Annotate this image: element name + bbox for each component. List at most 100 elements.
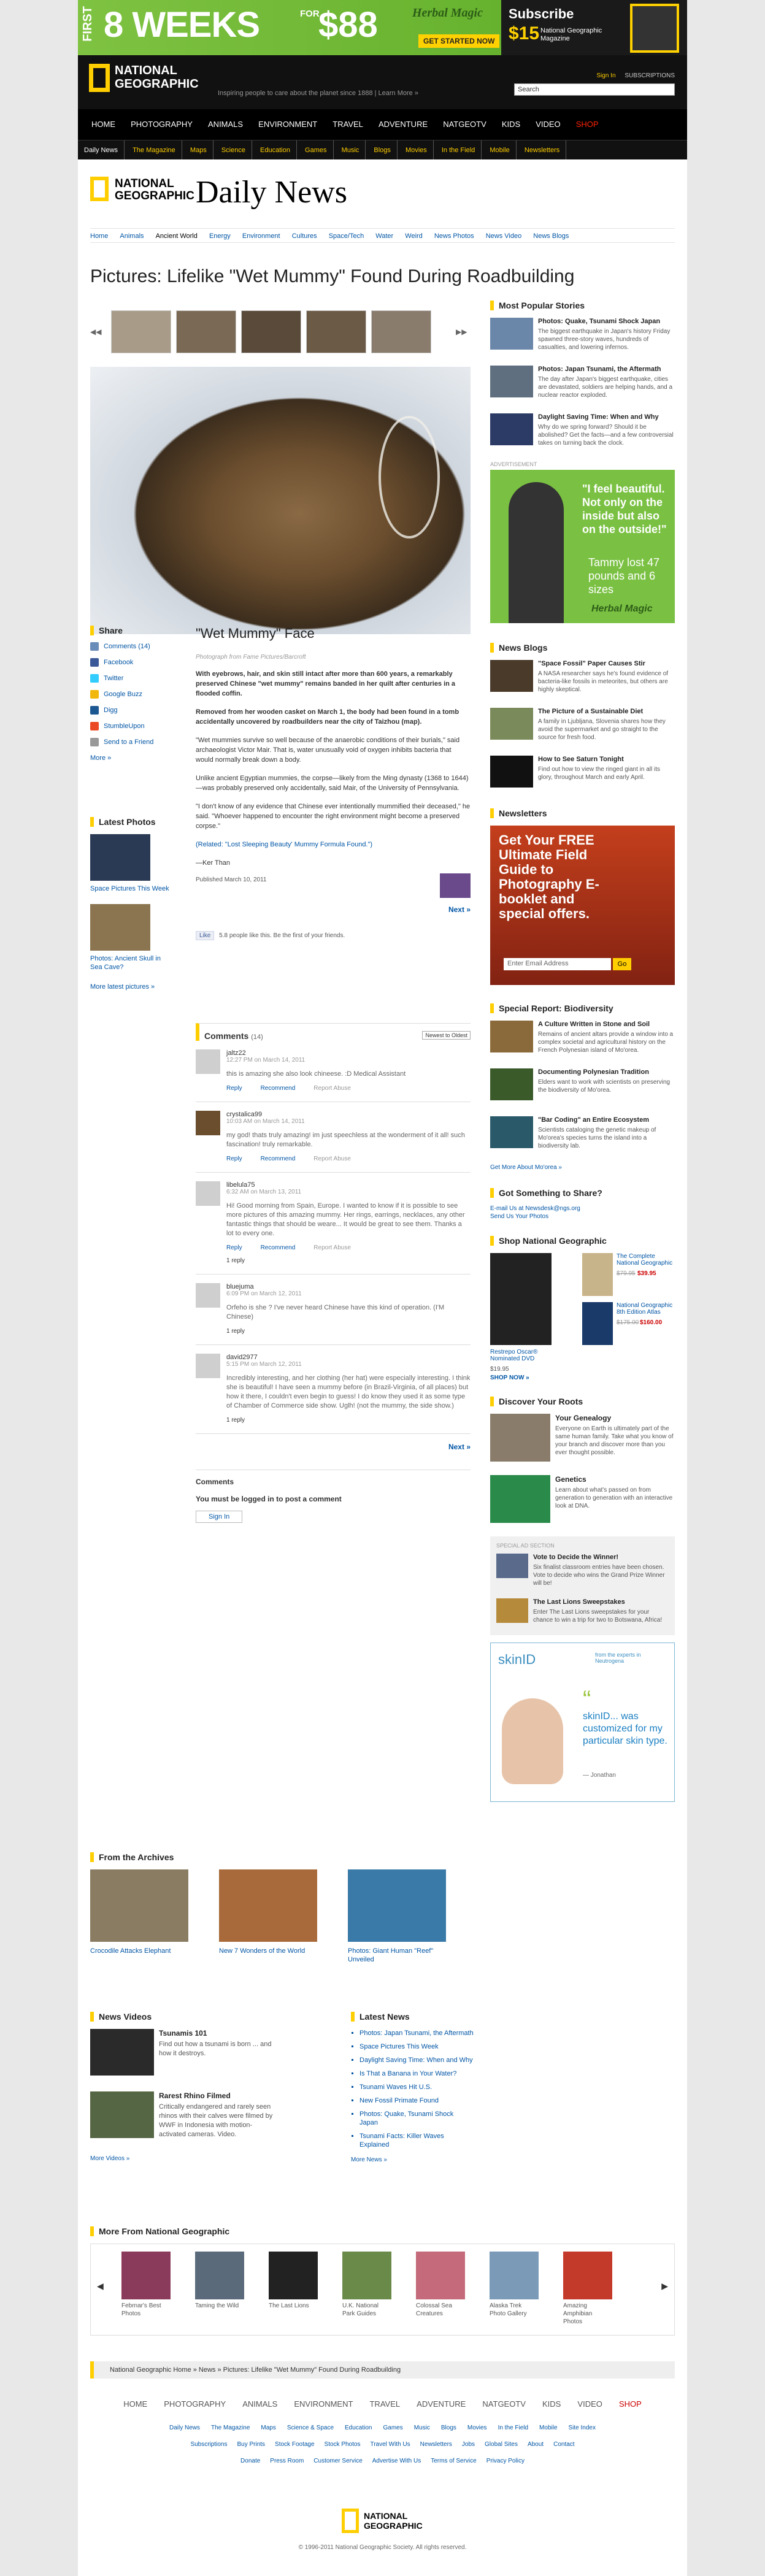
bio-thumb[interactable] [490,1021,533,1052]
share-comments[interactable]: Comments (14) [90,642,170,651]
dn-ng-logo[interactable]: NATIONAL GEOGRAPHIC [115,178,194,202]
replies-count[interactable]: 1 reply [226,1257,471,1264]
sidebar-ad[interactable]: "I feel beautiful. Not only on the insid… [490,470,675,623]
carousel-item[interactable]: Taming the Wild [195,2252,244,2310]
bio-title[interactable]: Documenting Polynesian Tradition [538,1068,675,1076]
carousel-caption[interactable]: Taming the Wild [195,2302,244,2310]
tab-space-tech[interactable]: Space/Tech [329,229,364,243]
bio-item[interactable]: Documenting Polynesian Tradition Elders … [490,1068,675,1105]
special-item[interactable]: The Last Lions Sweepstakes Enter The Las… [496,1598,669,1629]
archive-caption[interactable]: Photos: Giant Human "Reef" Unveiled [348,1947,446,1964]
recommend-button[interactable]: Recommend [261,1156,296,1162]
daily-news-title[interactable]: Daily News [196,175,347,210]
carousel-image[interactable] [563,2252,612,2299]
archive-item[interactable]: New 7 Wonders of the World [219,1869,317,1964]
report-abuse-button[interactable]: Report Abuse [313,1156,351,1162]
tab-news-video[interactable]: News Video [486,229,522,243]
footer-link[interactable]: Blogs [441,2425,456,2431]
top-banner-ad[interactable]: FIRST 8 WEEKS FOR $88 Herbal Magic GET S… [78,0,687,55]
prev-arrow-icon[interactable]: ◀◀ [90,328,101,336]
footer-link[interactable]: Maps [261,2425,275,2431]
story-thumb[interactable] [490,318,533,350]
archive-item[interactable]: Crocodile Attacks Elephant [90,1869,188,1964]
shop-product-name[interactable]: National Geographic 8th Edition Atlas [617,1302,675,1316]
ng-yellow-border-logo[interactable] [89,64,110,92]
thumbnail[interactable] [111,310,171,353]
bio-thumb[interactable] [490,1068,533,1100]
carousel-caption[interactable]: Amazing Amphibian Photos [563,2302,612,2326]
newsletter-email-input[interactable]: Enter Email Address [504,958,611,970]
story-title[interactable]: Photos: Quake, Tsunami Shock Japan [538,318,675,325]
comment-author[interactable]: bluejuma [226,1283,471,1290]
related-link[interactable]: (Related: "Lost Sleeping Beauty' Mummy F… [196,840,471,849]
carousel-item[interactable]: Colossal Sea Creatures [416,2252,465,2318]
popular-story[interactable]: Photos: Japan Tsunami, the Aftermath The… [490,366,675,402]
comment-author[interactable]: libelula75 [226,1181,471,1189]
subnav-maps[interactable]: Maps [184,140,213,160]
latest-news-item[interactable]: Daylight Saving Time: When and Why [359,2056,474,2064]
subnav-blogs[interactable]: Blogs [367,140,398,160]
footer-animals[interactable]: ANIMALS [242,2399,277,2409]
popular-story[interactable]: Photos: Quake, Tsunami Shock Japan The b… [490,318,675,355]
blog-thumb[interactable] [490,756,533,788]
archive-caption[interactable]: Crocodile Attacks Elephant [90,1947,188,1955]
thumbnail[interactable] [241,310,301,353]
skinid-ad[interactable]: skinID from the experts in Neutrogena “ … [490,1643,675,1802]
thumbnail[interactable] [306,310,366,353]
subscribe-ad[interactable]: Subscribe $15 National Geographic Magazi… [501,0,687,55]
subnav-science[interactable]: Science [215,140,252,160]
footer-link[interactable]: Site Index [569,2425,596,2431]
nav-photography[interactable]: PHOTOGRAPHY [131,109,193,140]
special-thumb[interactable] [496,1554,528,1578]
carousel-caption[interactable]: Febrnar's Best Photos [121,2302,171,2318]
more-news-link[interactable]: More News » [351,2156,474,2163]
carousel-item[interactable]: U.K. National Park Guides [342,2252,391,2318]
footer-natgeotv[interactable]: NATGEOTV [482,2399,526,2409]
blog-item[interactable]: "Space Fossil" Paper Causes Stir A NASA … [490,660,675,697]
footer-link[interactable]: Newsletters [420,2441,452,2448]
archive-image[interactable] [90,1869,188,1942]
nav-video[interactable]: VIDEO [536,109,560,140]
thumbnail[interactable] [176,310,236,353]
send-photos-link[interactable]: Send Us Your Photos [490,1213,675,1220]
report-abuse-button[interactable]: Report Abuse [313,1244,351,1251]
subnav-education[interactable]: Education [254,140,297,160]
breadcrumb[interactable]: National Geographic Home » News » Pictur… [90,2361,675,2379]
blog-title[interactable]: The Picture of a Sustainable Diet [538,708,675,715]
site-logo-text[interactable]: NATIONAL GEOGRAPHIC [115,64,199,91]
replies-count[interactable]: 1 reply [226,1417,471,1424]
subnav-movies[interactable]: Movies [399,140,434,160]
footer-home[interactable]: HOME [123,2399,147,2409]
footer-link[interactable]: Jobs [462,2441,475,2448]
footer-shop[interactable]: SHOP [619,2399,642,2409]
comment-author[interactable]: jaltz22 [226,1049,471,1057]
thumbnail[interactable] [371,310,431,353]
share-stumbleupon[interactable]: StumbleUpon [90,722,170,730]
shop-product-name[interactable]: The Complete National Geographic [617,1253,675,1267]
subnav-games[interactable]: Games [299,140,334,160]
footer-link[interactable]: Movies [467,2425,487,2431]
ad-cta-button[interactable]: GET STARTED NOW [418,34,500,48]
subnav-music[interactable]: Music [336,140,366,160]
tab-animals[interactable]: Animals [120,229,144,243]
story-thumb[interactable] [490,366,533,397]
nav-travel[interactable]: TRAVEL [333,109,363,140]
carousel-caption[interactable]: U.K. National Park Guides [342,2302,391,2318]
footer-link[interactable]: Press Room [270,2458,304,2464]
subnav-daily-news[interactable]: Daily News [78,140,125,160]
carousel-prev-icon[interactable]: ◀ [97,2281,104,2291]
archive-caption[interactable]: New 7 Wonders of the World [219,1947,317,1955]
tab-weird[interactable]: Weird [405,229,423,243]
report-abuse-button[interactable]: Report Abuse [313,1085,351,1092]
next-photo-link[interactable]: Next » [448,905,471,914]
roots-title[interactable]: Your Genealogy [555,1414,675,1422]
reply-button[interactable]: Reply [226,1156,242,1162]
footer-link[interactable]: Subscriptions [190,2441,227,2448]
small-thumb[interactable] [440,873,471,898]
special-item[interactable]: Vote to Decide the Winner! Six finalist … [496,1554,669,1587]
footer-logo[interactable]: NATIONAL GEOGRAPHIC [342,2509,428,2536]
footer-link[interactable]: Global Sites [485,2441,518,2448]
footer-link[interactable]: Mobile [539,2425,557,2431]
carousel-image[interactable] [342,2252,391,2299]
footer-link[interactable]: Donate [240,2458,260,2464]
